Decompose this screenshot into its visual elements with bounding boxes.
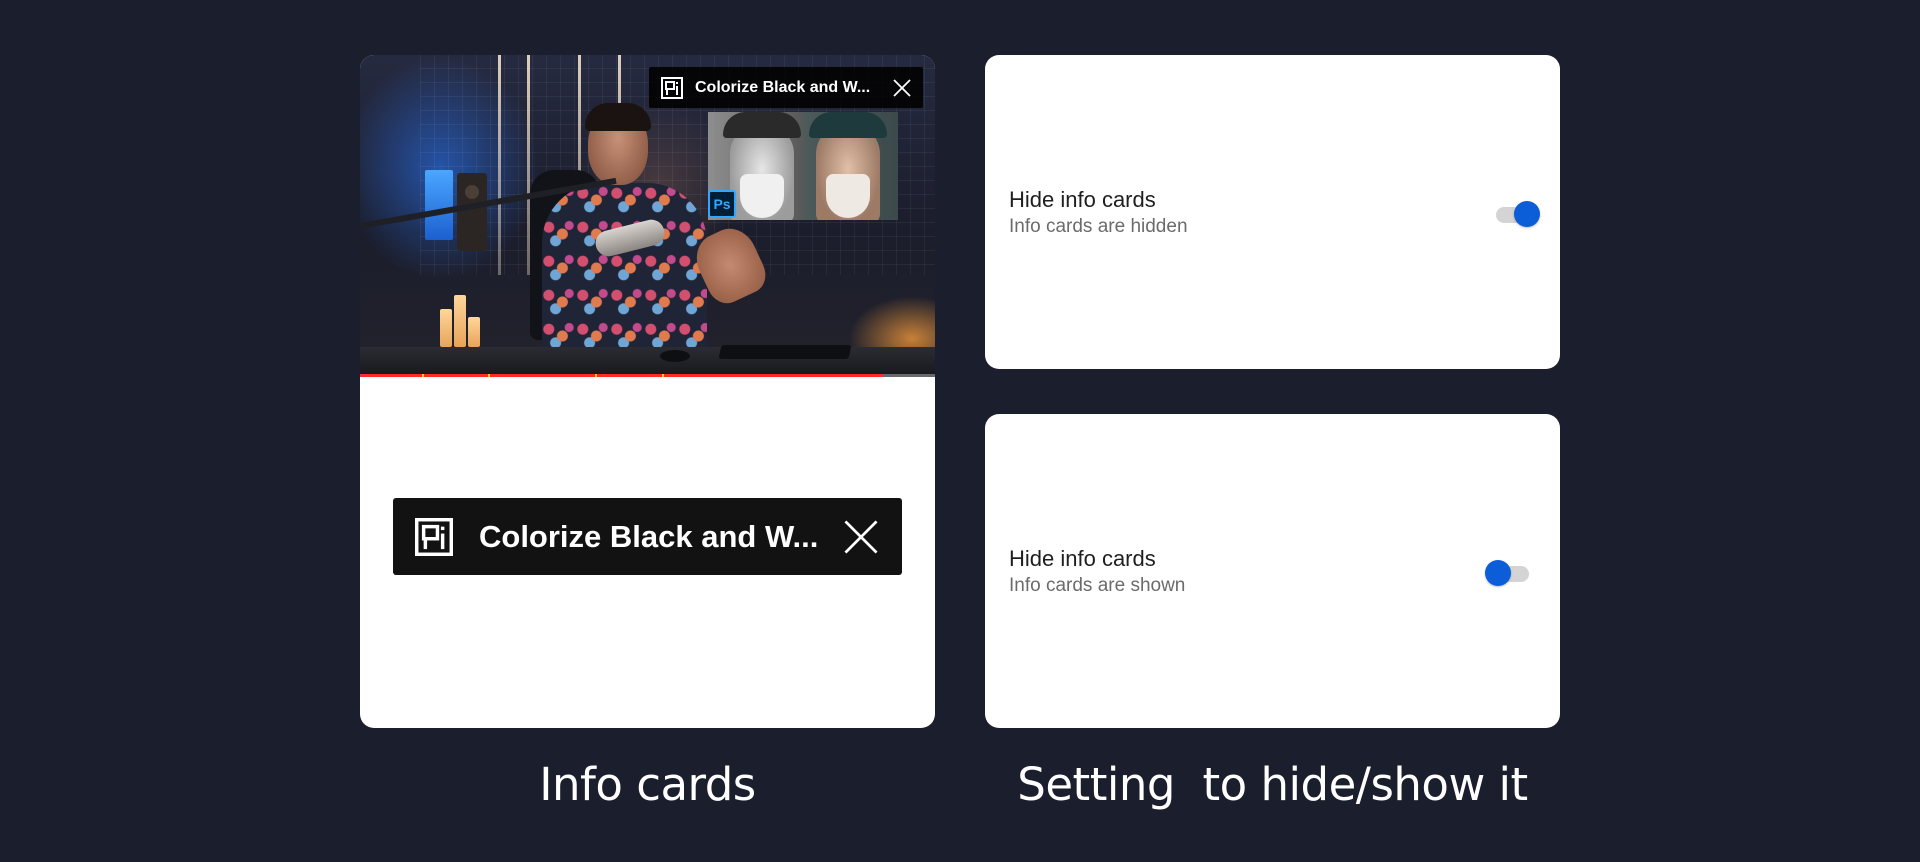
setting-card-hidden: Hide info cards Info cards are hidden (985, 55, 1560, 369)
video-light-bar (498, 55, 501, 275)
photoshop-icon: Ps (708, 190, 736, 218)
chapter-marker (422, 374, 424, 377)
setting-text: Hide info cards Info cards are shown (1009, 545, 1185, 599)
candle (440, 309, 452, 347)
chapter-marker (488, 374, 490, 377)
video-presenter-hair (585, 103, 651, 131)
info-cards-preview-panel: Ps Colorize Black and W... Colorize Blac… (360, 55, 935, 728)
playlist-icon (661, 76, 683, 99)
video-progress-fill (360, 374, 884, 377)
close-icon[interactable] (891, 77, 913, 99)
close-icon[interactable] (842, 518, 880, 556)
toggle-knob (1485, 560, 1511, 586)
video-presenter-body (542, 183, 707, 353)
toggle-knob (1514, 201, 1540, 227)
caption-setting: Setting to hide/show it (1017, 758, 1528, 811)
candle (454, 295, 466, 347)
video-speaker (457, 173, 487, 251)
hat-colorized (809, 112, 887, 138)
setting-card-shown: Hide info cards Info cards are shown (985, 414, 1560, 728)
chapter-marker (595, 374, 597, 377)
setting-title: Hide info cards (1009, 187, 1156, 212)
hide-info-cards-toggle[interactable] (1485, 558, 1533, 586)
beard-bw (740, 174, 784, 218)
video-player[interactable]: Ps Colorize Black and W... (360, 55, 935, 377)
setting-text: Hide info cards Info cards are hidden (1009, 186, 1188, 240)
caption-info-cards: Info cards (539, 758, 756, 811)
playlist-icon (415, 517, 453, 556)
info-card-teaser[interactable]: Colorize Black and W... (649, 67, 923, 108)
candle (468, 317, 480, 347)
info-card-enlarged[interactable]: Colorize Black and W... (393, 498, 902, 575)
hat-bw (723, 112, 801, 138)
setting-subtitle: Info cards are hidden (1009, 216, 1188, 237)
video-blue-light (425, 170, 453, 240)
info-card-title[interactable]: Colorize Black and W... (695, 79, 891, 97)
info-card-title[interactable]: Colorize Black and W... (479, 519, 842, 555)
setting-title: Hide info cards (1009, 546, 1156, 571)
video-keyboard (718, 345, 852, 359)
video-mouse (660, 350, 690, 362)
beard-colorized (826, 174, 870, 218)
video-candles (440, 287, 480, 347)
colorized-photo-thumbnail: Ps (708, 112, 898, 220)
setting-subtitle: Info cards are shown (1009, 575, 1186, 596)
video-progress-bar[interactable] (360, 374, 935, 377)
chapter-marker (662, 374, 664, 377)
hide-info-cards-toggle[interactable] (1492, 199, 1540, 227)
